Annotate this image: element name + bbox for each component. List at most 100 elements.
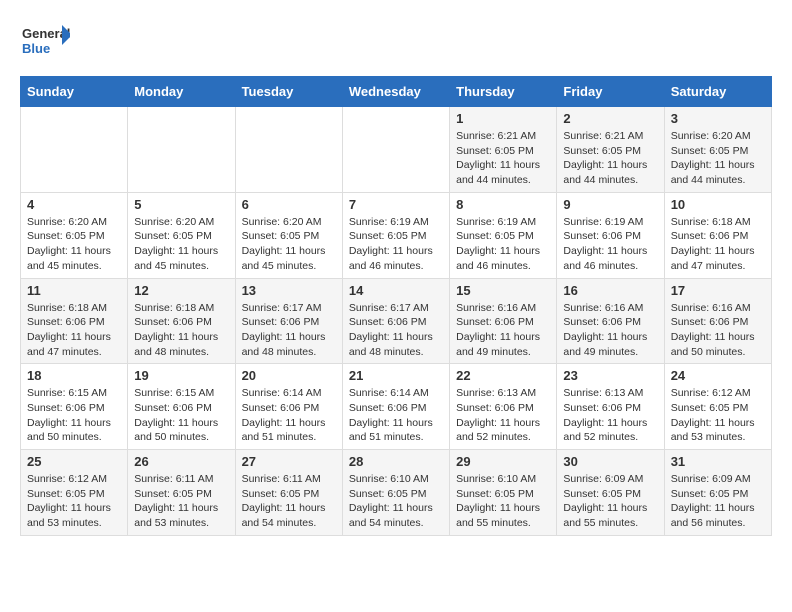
calendar-cell	[235, 107, 342, 193]
week-row-3: 11 Sunrise: 6:18 AM Sunset: 6:06 PM Dayli…	[21, 278, 772, 364]
calendar-cell: 3 Sunrise: 6:20 AM Sunset: 6:05 PM Daylig…	[664, 107, 771, 193]
day-number: 6	[242, 197, 336, 212]
cell-detail: Sunrise: 6:18 AM Sunset: 6:06 PM Dayligh…	[134, 301, 228, 360]
calendar-cell: 21 Sunrise: 6:14 AM Sunset: 6:06 PM Dayli…	[342, 364, 449, 450]
calendar-cell	[128, 107, 235, 193]
calendar-cell: 29Sunrise: 6:10 AM Sunset: 6:05 PM Dayli…	[450, 450, 557, 536]
calendar-cell: 7 Sunrise: 6:19 AM Sunset: 6:05 PM Daylig…	[342, 192, 449, 278]
calendar-cell: 25 Sunrise: 6:12 AM Sunset: 6:05 PM Dayli…	[21, 450, 128, 536]
calendar-cell: 30 Sunrise: 6:09 AM Sunset: 6:05 PM Dayli…	[557, 450, 664, 536]
calendar-cell: 9 Sunrise: 6:19 AM Sunset: 6:06 PM Daylig…	[557, 192, 664, 278]
cell-detail: Sunrise: 6:20 AM Sunset: 6:05 PM Dayligh…	[134, 215, 228, 274]
day-number: 14	[349, 283, 443, 298]
calendar-cell: 31 Sunrise: 6:09 AM Sunset: 6:05 PM Dayli…	[664, 450, 771, 536]
day-number: 26	[134, 454, 228, 469]
day-number: 10	[671, 197, 765, 212]
cell-detail: Sunrise: 6:18 AM Sunset: 6:06 PM Dayligh…	[671, 215, 765, 274]
cell-detail: Sunrise: 6:19 AM Sunset: 6:05 PM Dayligh…	[456, 215, 550, 274]
cell-detail: Sunrise: 6:14 AM Sunset: 6:06 PM Dayligh…	[242, 386, 336, 445]
cell-detail: Sunrise: 6:20 AM Sunset: 6:05 PM Dayligh…	[242, 215, 336, 274]
calendar-cell: 22 Sunrise: 6:13 AM Sunset: 6:06 PM Dayli…	[450, 364, 557, 450]
day-number: 24	[671, 368, 765, 383]
calendar-cell: 10 Sunrise: 6:18 AM Sunset: 6:06 PM Dayli…	[664, 192, 771, 278]
calendar-cell: 26Sunrise: 6:11 AM Sunset: 6:05 PM Dayli…	[128, 450, 235, 536]
calendar-cell: 23Sunrise: 6:13 AM Sunset: 6:06 PM Dayli…	[557, 364, 664, 450]
week-row-1: 1 Sunrise: 6:21 AM Sunset: 6:05 PM Daylig…	[21, 107, 772, 193]
calendar-cell	[342, 107, 449, 193]
day-number: 7	[349, 197, 443, 212]
day-number: 3	[671, 111, 765, 126]
week-row-4: 18 Sunrise: 6:15 AM Sunset: 6:06 PM Dayli…	[21, 364, 772, 450]
calendar-cell: 13 Sunrise: 6:17 AM Sunset: 6:06 PM Dayli…	[235, 278, 342, 364]
weekday-header-friday: Friday	[557, 77, 664, 107]
cell-detail: Sunrise: 6:17 AM Sunset: 6:06 PM Dayligh…	[242, 301, 336, 360]
day-number: 27	[242, 454, 336, 469]
calendar-cell: 20 Sunrise: 6:14 AM Sunset: 6:06 PM Dayli…	[235, 364, 342, 450]
calendar-cell: 27 Sunrise: 6:11 AM Sunset: 6:05 PM Dayli…	[235, 450, 342, 536]
calendar-cell: 19 Sunrise: 6:15 AM Sunset: 6:06 PM Dayli…	[128, 364, 235, 450]
cell-detail: Sunrise: 6:19 AM Sunset: 6:05 PM Dayligh…	[349, 215, 443, 274]
cell-detail: Sunrise: 6:18 AM Sunset: 6:06 PM Dayligh…	[27, 301, 121, 360]
cell-detail: Sunrise: 6:12 AM Sunset: 6:05 PM Dayligh…	[27, 472, 121, 531]
day-number: 17	[671, 283, 765, 298]
cell-detail: Sunrise: 6:16 AM Sunset: 6:06 PM Dayligh…	[563, 301, 657, 360]
calendar-cell: 17 Sunrise: 6:16 AM Sunset: 6:06 PM Dayli…	[664, 278, 771, 364]
calendar-cell: 18 Sunrise: 6:15 AM Sunset: 6:06 PM Dayli…	[21, 364, 128, 450]
calendar-cell: 1 Sunrise: 6:21 AM Sunset: 6:05 PM Daylig…	[450, 107, 557, 193]
calendar-cell: 14 Sunrise: 6:17 AM Sunset: 6:06 PM Dayli…	[342, 278, 449, 364]
calendar-cell: 6 Sunrise: 6:20 AM Sunset: 6:05 PM Daylig…	[235, 192, 342, 278]
weekday-header-sunday: Sunday	[21, 77, 128, 107]
cell-detail: Sunrise: 6:17 AM Sunset: 6:06 PM Dayligh…	[349, 301, 443, 360]
week-row-2: 4 Sunrise: 6:20 AM Sunset: 6:05 PM Daylig…	[21, 192, 772, 278]
svg-text:Blue: Blue	[22, 41, 50, 56]
cell-detail: Sunrise: 6:14 AM Sunset: 6:06 PM Dayligh…	[349, 386, 443, 445]
day-number: 13	[242, 283, 336, 298]
weekday-header-wednesday: Wednesday	[342, 77, 449, 107]
calendar-cell: 8 Sunrise: 6:19 AM Sunset: 6:05 PM Daylig…	[450, 192, 557, 278]
weekday-header-tuesday: Tuesday	[235, 77, 342, 107]
day-number: 16	[563, 283, 657, 298]
day-number: 20	[242, 368, 336, 383]
day-number: 28	[349, 454, 443, 469]
day-number: 1	[456, 111, 550, 126]
logo: General Blue	[20, 20, 70, 60]
day-number: 31	[671, 454, 765, 469]
cell-detail: Sunrise: 6:10 AM Sunset: 6:05 PM Dayligh…	[349, 472, 443, 531]
week-row-5: 25 Sunrise: 6:12 AM Sunset: 6:05 PM Dayli…	[21, 450, 772, 536]
day-number: 19	[134, 368, 228, 383]
logo-svg: General Blue	[20, 20, 70, 60]
day-number: 15	[456, 283, 550, 298]
calendar-table: SundayMondayTuesdayWednesdayThursdayFrid…	[20, 76, 772, 536]
cell-detail: Sunrise: 6:12 AM Sunset: 6:05 PM Dayligh…	[671, 386, 765, 445]
day-number: 30	[563, 454, 657, 469]
cell-detail: Sunrise: 6:11 AM Sunset: 6:05 PM Dayligh…	[242, 472, 336, 531]
calendar-cell: 12Sunrise: 6:18 AM Sunset: 6:06 PM Dayli…	[128, 278, 235, 364]
day-number: 22	[456, 368, 550, 383]
calendar-cell: 24 Sunrise: 6:12 AM Sunset: 6:05 PM Dayli…	[664, 364, 771, 450]
cell-detail: Sunrise: 6:21 AM Sunset: 6:05 PM Dayligh…	[563, 129, 657, 188]
cell-detail: Sunrise: 6:13 AM Sunset: 6:06 PM Dayligh…	[456, 386, 550, 445]
weekday-header-monday: Monday	[128, 77, 235, 107]
day-number: 29	[456, 454, 550, 469]
cell-detail: Sunrise: 6:16 AM Sunset: 6:06 PM Dayligh…	[671, 301, 765, 360]
cell-detail: Sunrise: 6:15 AM Sunset: 6:06 PM Dayligh…	[27, 386, 121, 445]
cell-detail: Sunrise: 6:15 AM Sunset: 6:06 PM Dayligh…	[134, 386, 228, 445]
day-number: 11	[27, 283, 121, 298]
weekday-header-saturday: Saturday	[664, 77, 771, 107]
day-number: 25	[27, 454, 121, 469]
calendar-cell: 2Sunrise: 6:21 AM Sunset: 6:05 PM Daylig…	[557, 107, 664, 193]
calendar-cell	[21, 107, 128, 193]
cell-detail: Sunrise: 6:20 AM Sunset: 6:05 PM Dayligh…	[671, 129, 765, 188]
day-number: 21	[349, 368, 443, 383]
calendar-cell: 28 Sunrise: 6:10 AM Sunset: 6:05 PM Dayli…	[342, 450, 449, 536]
cell-detail: Sunrise: 6:21 AM Sunset: 6:05 PM Dayligh…	[456, 129, 550, 188]
cell-detail: Sunrise: 6:09 AM Sunset: 6:05 PM Dayligh…	[563, 472, 657, 531]
page-header: General Blue	[20, 20, 772, 60]
cell-detail: Sunrise: 6:09 AM Sunset: 6:05 PM Dayligh…	[671, 472, 765, 531]
day-number: 4	[27, 197, 121, 212]
day-number: 8	[456, 197, 550, 212]
day-number: 9	[563, 197, 657, 212]
calendar-cell: 15Sunrise: 6:16 AM Sunset: 6:06 PM Dayli…	[450, 278, 557, 364]
cell-detail: Sunrise: 6:19 AM Sunset: 6:06 PM Dayligh…	[563, 215, 657, 274]
day-number: 18	[27, 368, 121, 383]
